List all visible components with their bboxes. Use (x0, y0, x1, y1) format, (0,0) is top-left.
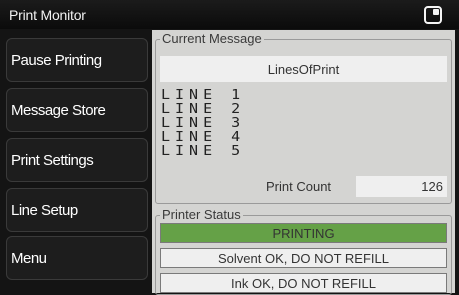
message-line: LINE 1 (161, 86, 246, 103)
message-name-box: LinesOfPrint (160, 56, 447, 82)
pause-printing-label: Pause Printing (11, 51, 102, 69)
window-restore-icon[interactable] (424, 6, 442, 24)
current-message-heading: Current Message (160, 31, 264, 46)
title-bar: Print Monitor (0, 0, 459, 29)
printer-status-heading: Printer Status (160, 207, 243, 222)
print-count-label: Print Count (266, 179, 332, 194)
pause-printing-button[interactable]: Pause Printing (6, 38, 148, 82)
window-title: Print Monitor (9, 7, 86, 23)
message-line: LINE 4 (161, 128, 246, 145)
message-preview: LINE 1 LINE 2 LINE 3 LINE 4 LINE 5 (161, 88, 245, 158)
printing-status-text: PRINTING (272, 225, 335, 241)
print-settings-label: Print Settings (11, 151, 94, 169)
line-setup-button[interactable]: Line Setup (6, 188, 148, 232)
print-settings-button[interactable]: Print Settings (6, 138, 148, 182)
solvent-status-text: Solvent OK, DO NOT REFILL (218, 250, 389, 266)
menu-button[interactable]: Menu (6, 236, 148, 280)
message-store-button[interactable]: Message Store (6, 88, 148, 132)
main-panel: Current Message LinesOfPrint LINE 1 LINE… (152, 30, 455, 295)
message-line: LINE 3 (161, 114, 246, 131)
print-count-value: 126 (421, 179, 443, 194)
print-count-box: 126 (356, 176, 447, 197)
message-line: LINE 5 (161, 142, 246, 159)
ink-status: Ink OK, DO NOT REFILL (160, 273, 447, 293)
message-line: LINE 2 (161, 100, 246, 117)
message-name: LinesOfPrint (267, 61, 340, 77)
menu-label: Menu (11, 249, 47, 267)
solvent-status: Solvent OK, DO NOT REFILL (160, 248, 447, 268)
message-store-label: Message Store (11, 101, 106, 119)
ink-status-text: Ink OK, DO NOT REFILL (231, 275, 376, 291)
line-setup-label: Line Setup (11, 201, 78, 219)
printing-status-indicator: PRINTING (160, 223, 447, 243)
